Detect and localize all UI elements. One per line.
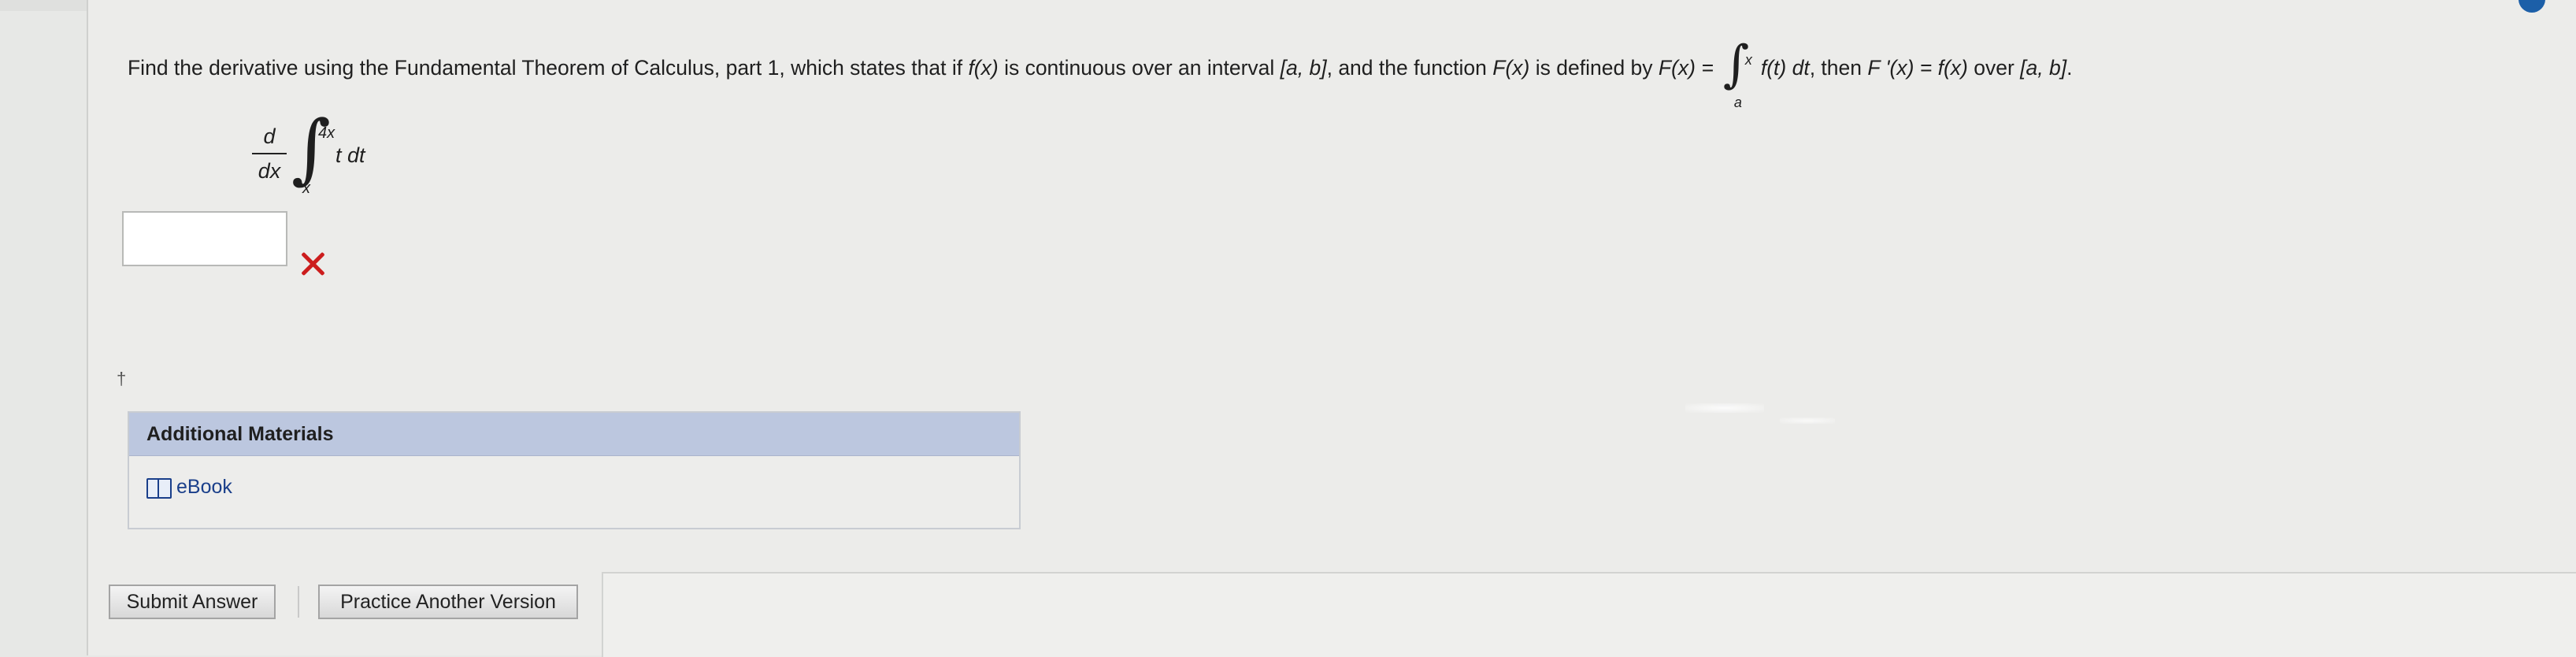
question-part3: , and the function [1326, 56, 1493, 80]
problem-expression: d dx ∫ 4x x t dt [250, 110, 408, 197]
footnote-marker: † [117, 369, 127, 388]
additional-materials-title: Additional Materials [129, 413, 1019, 456]
question-end: . [2066, 56, 2073, 80]
additional-materials-panel: Additional Materials eBook [128, 411, 1021, 529]
ebook-label: eBook [176, 476, 232, 498]
question-part6: over [1967, 56, 2021, 80]
integral-sign-icon: ∫ [291, 104, 332, 192]
question-part4: is defined by [1529, 56, 1659, 80]
question-text: Find the derivative using the Fundamenta… [128, 39, 2073, 110]
interval-term-2: [a, b] [2020, 56, 2067, 80]
submit-answer-button[interactable]: Submit Answer [109, 585, 276, 619]
lower-limit: x [302, 180, 310, 197]
button-separator [298, 586, 299, 618]
inline-lower-limit: a [1733, 95, 1742, 110]
inline-integrand: f(t) dt [1760, 56, 1810, 80]
incorrect-x-icon [299, 251, 326, 277]
question-part2: is continuous over an interval [998, 56, 1281, 80]
ebook-link[interactable]: eBook [146, 476, 232, 499]
derivative-numerator: d [263, 124, 276, 148]
fx-term: f(x) [968, 56, 999, 80]
integrand: t dt [335, 143, 365, 167]
question-part5: , then [1809, 56, 1868, 80]
question-panel [87, 0, 2576, 655]
lower-panel [602, 572, 2576, 657]
question-intro: Find the derivative using the Fundamenta… [128, 56, 969, 80]
Fx-term: F(x) [1492, 56, 1530, 80]
screen-glare [1780, 418, 1835, 424]
Fprime-term: F '(x) = f(x) [1867, 56, 1968, 80]
interval-term: [a, b] [1280, 56, 1327, 80]
derivative-denominator: dx [258, 159, 281, 183]
derivative-operator: d dx [250, 123, 288, 184]
answer-input[interactable] [122, 211, 287, 266]
book-icon [146, 477, 172, 499]
practice-another-version-button[interactable]: Practice Another Version [318, 585, 578, 619]
inline-integral: ∫ x a [1714, 39, 1761, 110]
upper-limit: 4x [318, 124, 335, 142]
inline-upper-limit: x [1744, 52, 1752, 68]
Fx-equation: F(x) = [1658, 56, 1714, 80]
screen-glare [1685, 403, 1764, 413]
fraction-bar [252, 153, 287, 154]
